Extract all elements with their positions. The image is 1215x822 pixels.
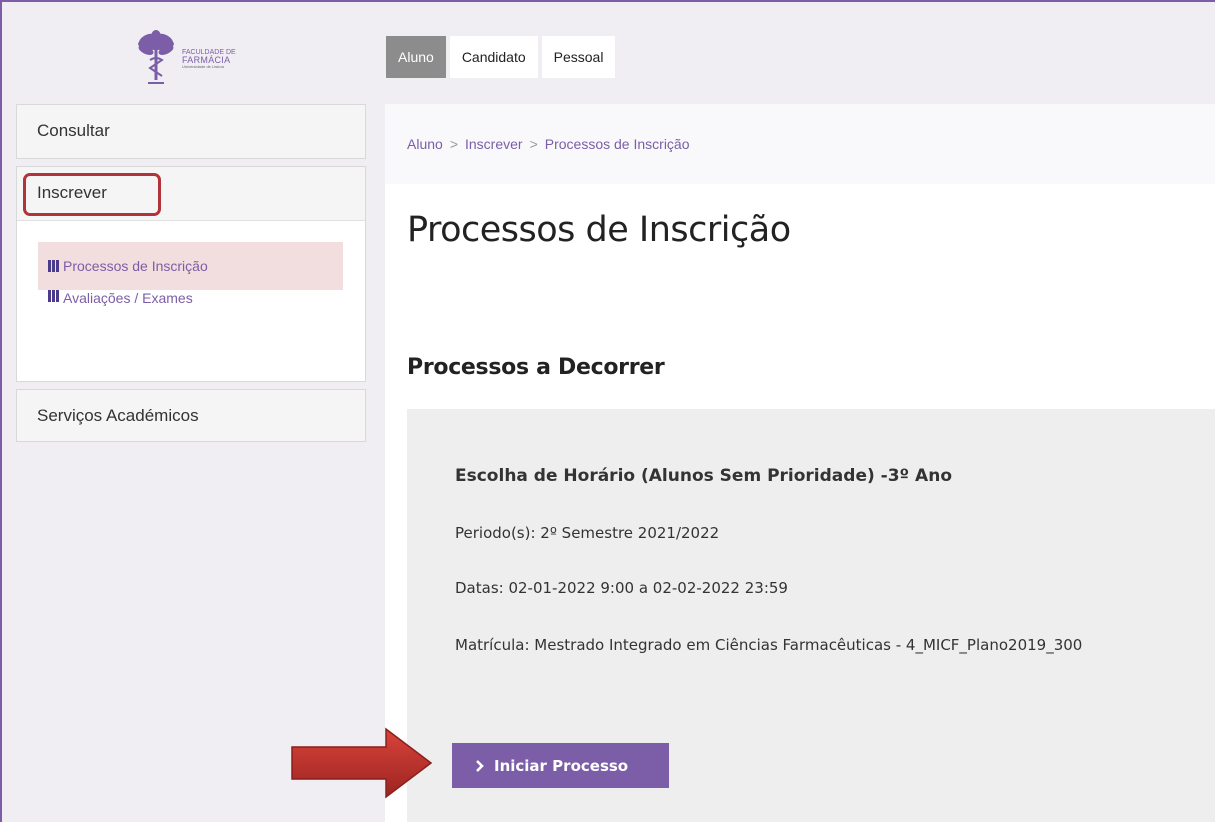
chevron-right-icon — [476, 759, 484, 772]
main-content: Aluno > Inscrever > Processos de Inscrição P… — [385, 104, 1215, 822]
logo-line3: Universidade de Lisboa — [182, 64, 224, 70]
red-arrow-annotation-icon — [291, 727, 433, 799]
breadcrumb-aluno[interactable]: Aluno — [407, 136, 443, 152]
highlight-annotation-box — [23, 173, 161, 216]
iniciar-processo-button[interactable]: Iniciar Processo — [452, 743, 669, 788]
sidebar: Consultar Inscrever Processos de Inscriç… — [16, 104, 366, 442]
menu-bars-icon — [48, 260, 59, 272]
sidebar-item-consultar[interactable]: Consultar — [16, 104, 366, 159]
process-card: Escolha de Horário (Alunos Sem Prioridad… — [407, 409, 1215, 822]
top-tabs: Aluno Candidato Pessoal — [386, 36, 616, 78]
tab-candidato[interactable]: Candidato — [449, 36, 538, 78]
breadcrumb-processos[interactable]: Processos de Inscrição — [545, 136, 690, 152]
tab-pessoal[interactable]: Pessoal — [541, 36, 616, 78]
sidebar-sub-label: Avaliações / Exames — [63, 290, 193, 306]
process-title: Escolha de Horário (Alunos Sem Prioridad… — [455, 466, 952, 486]
breadcrumb-separator: > — [529, 136, 538, 152]
palm-logo-icon — [138, 30, 174, 84]
process-datas: Datas: 02-01-2022 9:00 a 02-02-2022 23:5… — [455, 579, 788, 597]
tab-aluno[interactable]: Aluno — [386, 36, 446, 78]
faculty-logo[interactable]: FACULDADE DE FARMÁCIA Universidade de Li… — [136, 28, 256, 90]
sidebar-item-avaliacoes-exames[interactable]: Avaliações / Exames — [38, 290, 343, 334]
section-title: Processos a Decorrer — [407, 355, 665, 380]
sidebar-section-inscrever: Inscrever Processos de Inscrição Avaliaç… — [16, 166, 366, 382]
page-title: Processos de Inscrição — [407, 210, 791, 250]
sidebar-item-processos-inscricao[interactable]: Processos de Inscrição — [38, 242, 343, 290]
sidebar-submenu: Processos de Inscrição Avaliações / Exam… — [17, 221, 365, 334]
process-periodo: Periodo(s): 2º Semestre 2021/2022 — [455, 524, 720, 542]
sidebar-consultar-label: Consultar — [37, 121, 110, 140]
sidebar-servicos-label: Serviços Académicos — [37, 406, 199, 425]
sidebar-item-servicos-academicos[interactable]: Serviços Académicos — [16, 389, 366, 442]
sidebar-sub-label: Processos de Inscrição — [63, 258, 208, 274]
breadcrumb-inscrever[interactable]: Inscrever — [465, 136, 523, 152]
sidebar-item-inscrever[interactable]: Inscrever — [17, 167, 365, 221]
breadcrumb: Aluno > Inscrever > Processos de Inscrição — [385, 104, 1215, 184]
iniciar-processo-label: Iniciar Processo — [494, 756, 629, 775]
breadcrumb-separator: > — [449, 136, 458, 152]
logo-text: FACULDADE DE FARMÁCIA Universidade de Li… — [182, 49, 236, 70]
menu-bars-icon — [48, 290, 59, 302]
process-matricula: Matrícula: Mestrado Integrado em Ciência… — [455, 636, 1083, 654]
